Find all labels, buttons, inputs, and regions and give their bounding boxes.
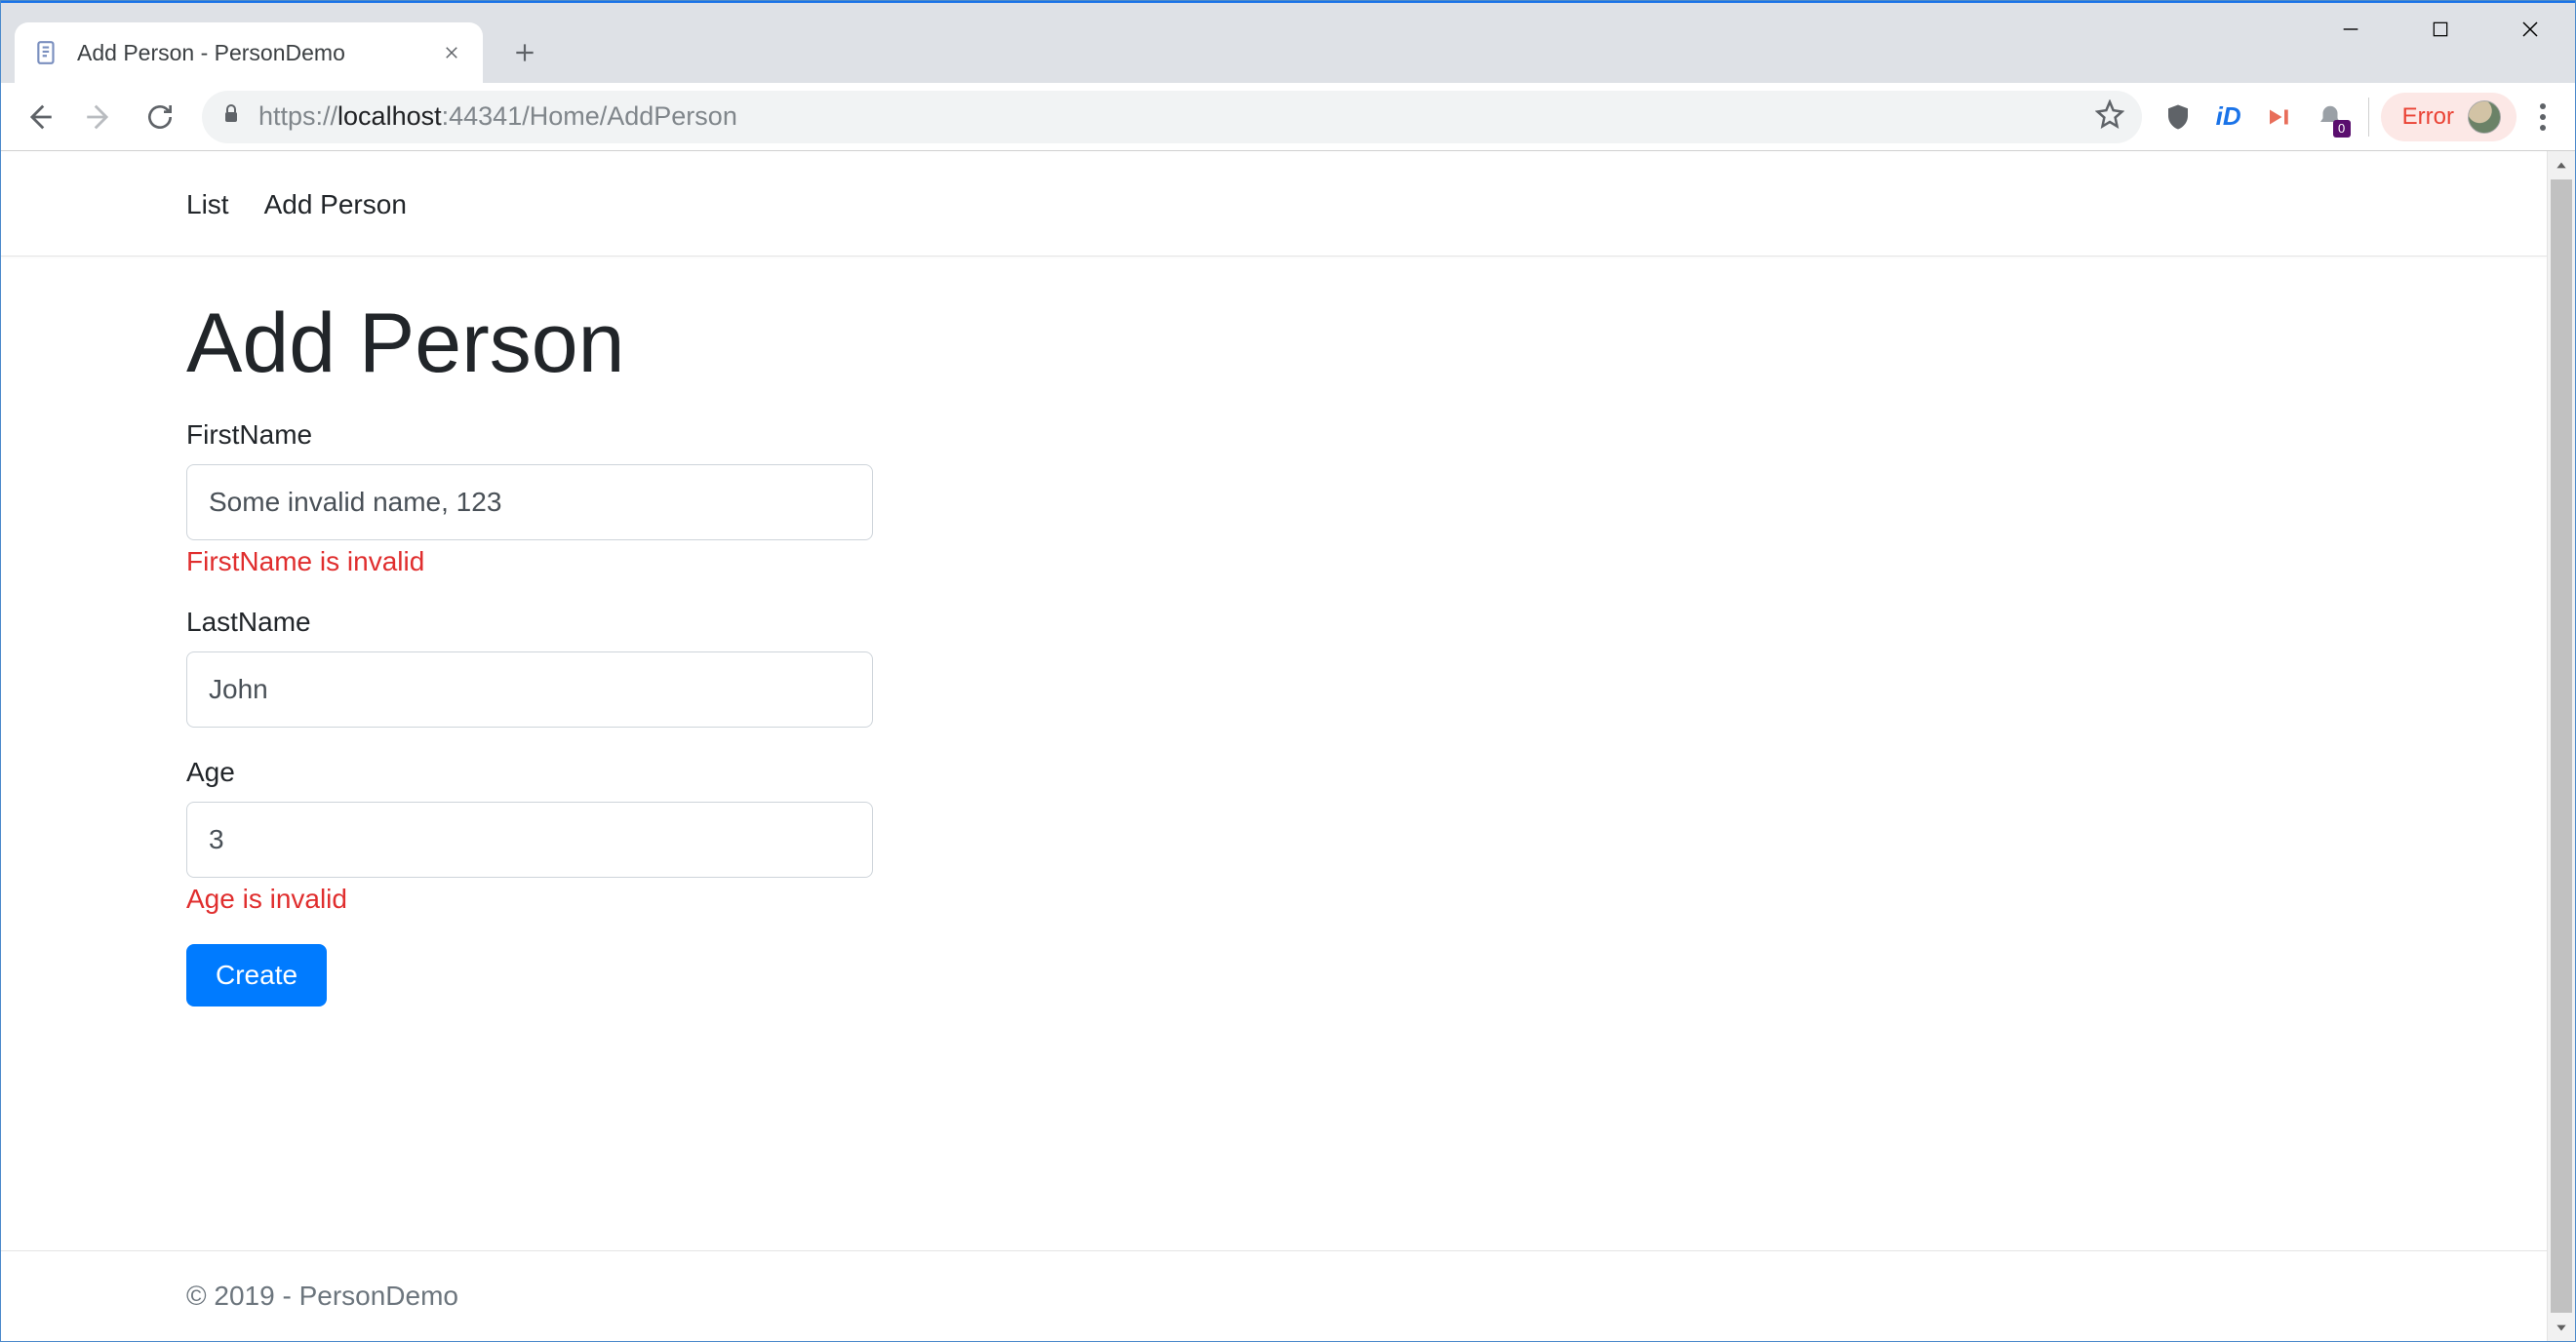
new-tab-button[interactable] [500,28,549,77]
error-chip-label: Error [2402,103,2454,131]
shield-extension-icon[interactable] [2156,95,2200,139]
viewport: List Add Person Add Person FirstName Fir… [1,151,2575,1341]
close-tab-icon[interactable] [438,39,465,66]
page: List Add Person Add Person FirstName Fir… [1,151,2547,1341]
vertical-scrollbar[interactable] [2547,151,2575,1341]
main-container: Add Person FirstName FirstName is invali… [1,257,2547,1250]
close-window-button[interactable] [2485,3,2575,56]
browser-menu-button[interactable] [2520,95,2565,139]
age-label: Age [186,757,2361,788]
browser-window: Add Person - PersonDemo [0,0,2576,1342]
nav-link-add-person[interactable]: Add Person [264,189,407,220]
extension-icons: iD 0 [2156,95,2353,139]
window-controls [2306,3,2575,56]
url-scheme: https:// [258,101,337,131]
notifications-extension-icon[interactable]: 0 [2308,95,2353,139]
nav-link-list[interactable]: List [186,189,229,220]
avatar-icon [2468,100,2501,134]
browser-tab[interactable]: Add Person - PersonDemo [15,22,483,83]
minimize-button[interactable] [2306,3,2396,56]
lastname-label: LastName [186,607,2361,638]
reload-button[interactable] [132,89,188,145]
url-path: /Home/AddPerson [522,101,737,131]
firstname-label: FirstName [186,419,2361,451]
notification-badge: 0 [2333,120,2351,138]
form-group-firstname: FirstName FirstName is invalid [186,419,2361,577]
favicon-icon [32,38,61,67]
age-error: Age is invalid [186,884,2361,915]
maximize-button[interactable] [2396,3,2485,56]
firstname-input[interactable] [186,464,873,540]
cast-extension-icon[interactable] [2257,95,2302,139]
form-group-lastname: LastName [186,607,2361,728]
toolbar-divider [2368,98,2369,137]
url-host: localhost [337,101,442,131]
browser-toolbar: https://localhost:44341/Home/AddPerson i… [1,83,2575,151]
form-group-age: Age Age is invalid [186,757,2361,915]
site-navbar: List Add Person [1,153,2547,257]
tab-strip: Add Person - PersonDemo [1,1,2575,83]
id-extension-icon[interactable]: iD [2206,95,2251,139]
create-button[interactable]: Create [186,944,327,1006]
tab-title: Add Person - PersonDemo [77,40,422,66]
scrollbar-down-arrow-icon[interactable] [2548,1313,2575,1341]
footer-text: © 2019 - PersonDemo [186,1281,458,1311]
bookmark-star-icon[interactable] [2095,99,2124,134]
age-input[interactable] [186,802,873,878]
back-button[interactable] [11,89,67,145]
address-bar[interactable]: https://localhost:44341/Home/AddPerson [202,91,2142,143]
scrollbar-up-arrow-icon[interactable] [2548,151,2575,179]
firstname-error: FirstName is invalid [186,546,2361,577]
site-footer: © 2019 - PersonDemo [1,1250,2547,1341]
forward-button[interactable] [71,89,128,145]
url-text: https://localhost:44341/Home/AddPerson [258,101,2080,132]
scrollbar-thumb[interactable] [2551,179,2572,1313]
lastname-input[interactable] [186,651,873,728]
page-title: Add Person [186,296,2361,392]
profile-error-chip[interactable]: Error [2381,93,2517,141]
url-port: :44341 [442,101,523,131]
lock-icon [219,102,243,131]
